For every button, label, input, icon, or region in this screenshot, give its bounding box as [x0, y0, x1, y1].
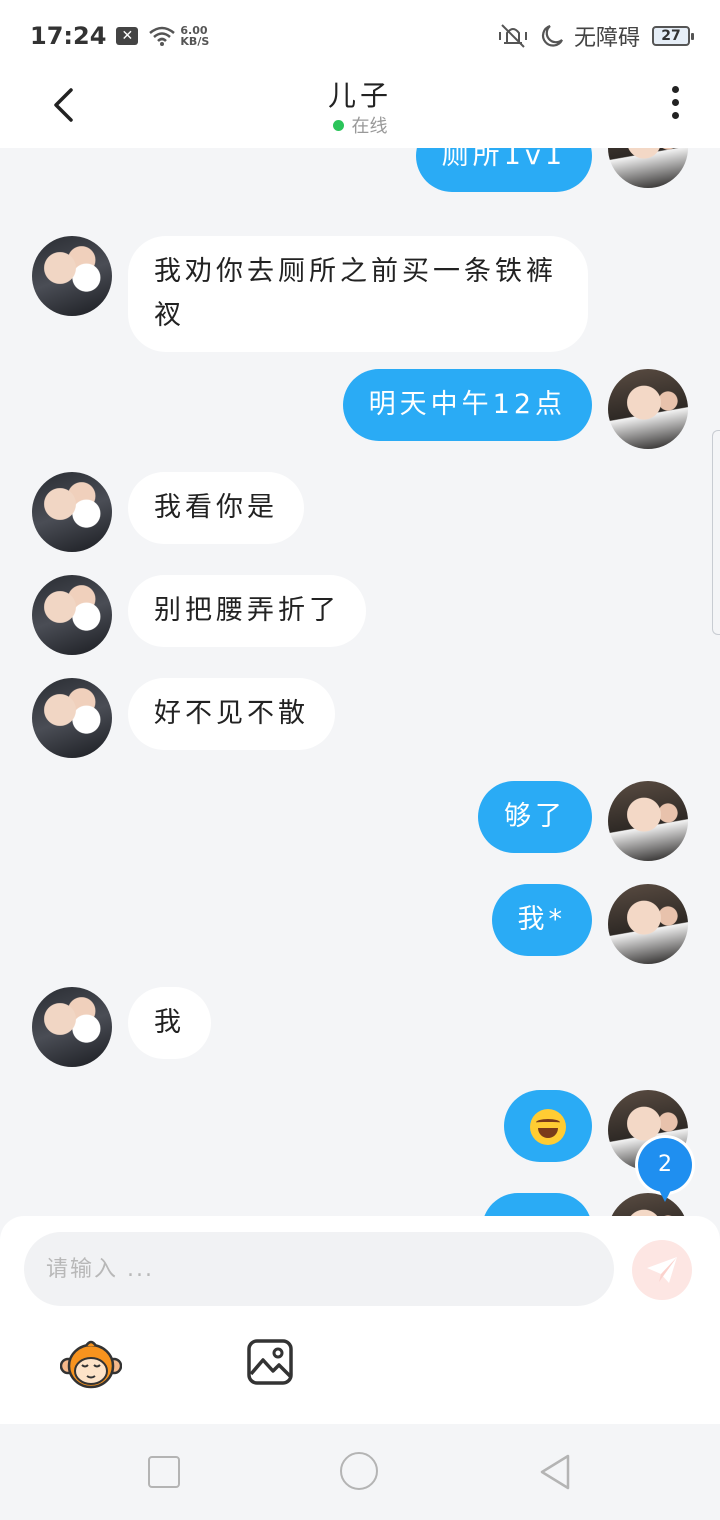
message-list[interactable]: 厕所1v1 我劝你去厕所之前买一条铁裤衩 明天中午12点 我看你是 别把腰弄折了…: [0, 148, 720, 1216]
monkey-sticker-icon[interactable]: [60, 1336, 122, 1392]
message-bubble[interactable]: 好不见不散: [128, 678, 335, 750]
more-dot-icon: [671, 85, 679, 93]
message-bubble[interactable]: 明天中午12点: [342, 369, 592, 441]
send-button[interactable]: [632, 1240, 692, 1300]
tears-of-joy-emoji-icon: [530, 1108, 566, 1145]
contact-avatar[interactable]: [32, 575, 112, 655]
message-bubble[interactable]: 够了: [478, 781, 592, 853]
system-navigation-bar: [0, 1424, 720, 1520]
online-dot-icon: [332, 119, 344, 131]
message-bubble[interactable]: 我劝你去厕所之前买一条铁裤衩: [128, 236, 588, 352]
recent-apps-button[interactable]: [148, 1456, 180, 1488]
message-composer: [0, 1216, 720, 1424]
image-icon[interactable]: [246, 1338, 294, 1386]
my-avatar[interactable]: [608, 781, 688, 861]
battery-icon: 27: [652, 26, 694, 46]
message-bubble[interactable]: 我*: [491, 884, 592, 956]
online-status: 在线: [0, 112, 720, 138]
more-options-button[interactable]: [660, 82, 690, 122]
message-bubble[interactable]: 别把腰弄折了: [128, 575, 366, 647]
page-title: 儿子: [327, 79, 392, 112]
moon-icon: [541, 24, 563, 47]
status-time: 17:24: [30, 22, 107, 50]
my-avatar[interactable]: [608, 884, 688, 964]
my-avatar[interactable]: [608, 148, 688, 188]
notification-badge-icon: ✕: [116, 27, 139, 45]
status-right-group: 无障碍 27: [498, 20, 694, 52]
message-bubble[interactable]: [504, 1090, 592, 1162]
contact-avatar[interactable]: [32, 987, 112, 1067]
message-input[interactable]: [24, 1232, 614, 1306]
my-avatar[interactable]: [608, 1193, 688, 1216]
online-status-label: 在线: [351, 116, 388, 137]
paper-plane-icon: [647, 1257, 677, 1283]
network-speed-unit: KB/S: [180, 35, 210, 48]
message-bubble[interactable]: [482, 1193, 592, 1216]
home-button[interactable]: [340, 1452, 378, 1490]
unread-count-badge[interactable]: 2: [638, 1138, 692, 1202]
more-dot-icon: [671, 98, 679, 106]
contact-avatar[interactable]: [32, 472, 112, 552]
contact-avatar[interactable]: [32, 678, 112, 758]
message-bubble[interactable]: 厕所1v1: [415, 148, 592, 192]
wifi-icon: [149, 26, 176, 46]
status-bar: 17:24 ✕ 6.00 KB/S 无障碍 27: [0, 0, 720, 72]
contact-avatar[interactable]: [32, 236, 112, 316]
more-dot-icon: [671, 111, 679, 119]
chat-header: 儿子 在线: [0, 72, 720, 148]
system-back-button[interactable]: [536, 1452, 576, 1492]
message-bubble[interactable]: 我: [128, 987, 211, 1059]
my-avatar[interactable]: [608, 369, 688, 449]
accessibility-label: 无障碍: [573, 26, 640, 51]
vibrate-mute-icon: [498, 24, 527, 48]
network-speed: 6.00 KB/S: [180, 25, 209, 47]
scrollbar[interactable]: [712, 430, 720, 635]
message-bubble[interactable]: 我看你是: [128, 472, 304, 544]
